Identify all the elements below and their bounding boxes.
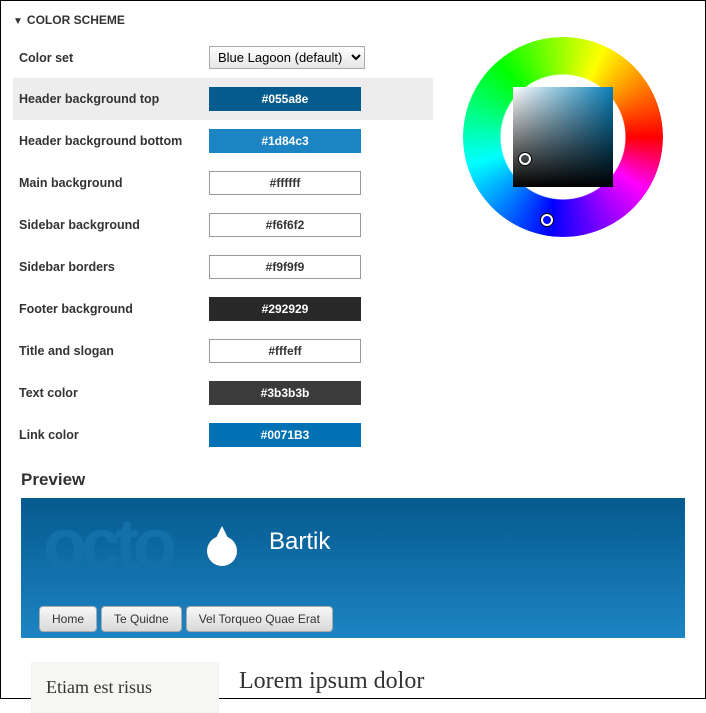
collapse-arrow-icon: ▼ [13, 16, 23, 27]
primary-tab[interactable]: Te Quidne [101, 606, 182, 632]
color-input[interactable] [209, 297, 361, 321]
hue-marker-icon[interactable] [541, 214, 553, 226]
color-settings-area: Color set Blue Lagoon (default) Header b… [13, 37, 693, 456]
color-input[interactable] [209, 339, 361, 363]
color-input[interactable] [209, 171, 361, 195]
site-name: Bartik [269, 528, 330, 556]
primary-tab[interactable]: Vel Torqueo Quae Erat [186, 606, 333, 632]
color-set-row: Color set Blue Lagoon (default) [13, 37, 433, 78]
preview-heading: Preview [21, 470, 693, 490]
color-label: Sidebar background [19, 218, 209, 232]
color-rows: Color set Blue Lagoon (default) Header b… [13, 37, 433, 456]
sv-marker-icon[interactable] [519, 153, 531, 165]
preview-body: Etiam est risus Lorem ipsum dolor [21, 662, 685, 713]
color-row[interactable]: Title and slogan [13, 330, 433, 372]
color-row[interactable]: Sidebar borders [13, 246, 433, 288]
color-input[interactable] [209, 87, 361, 111]
color-label: Text color [19, 386, 209, 400]
color-set-select[interactable]: Blue Lagoon (default) [209, 46, 365, 69]
color-scheme-fieldset: ▼ COLOR SCHEME Color set Blue Lagoon (def… [1, 1, 705, 713]
primary-tab[interactable]: Home [39, 606, 97, 632]
fieldset-legend[interactable]: ▼ COLOR SCHEME [13, 9, 693, 37]
color-row[interactable]: Footer background [13, 288, 433, 330]
color-input[interactable] [209, 423, 361, 447]
color-label: Header background bottom [19, 134, 209, 148]
color-row[interactable]: Main background [13, 162, 433, 204]
color-set-label: Color set [19, 51, 209, 65]
sidebar-heading: Etiam est risus [46, 677, 152, 697]
preview-main-title: Lorem ipsum dolor [239, 668, 665, 695]
preview-main: Lorem ipsum dolor [219, 662, 685, 713]
color-label: Title and slogan [19, 344, 209, 358]
color-row[interactable]: Sidebar background [13, 204, 433, 246]
color-row[interactable]: Header background bottom [13, 120, 433, 162]
color-label: Link color [19, 428, 209, 442]
theme-preview: octo Bartik HomeTe QuidneVel Torqueo Qua… [21, 498, 685, 713]
preview-sidebar: Etiam est risus [31, 662, 219, 713]
color-row[interactable]: Text color [13, 372, 433, 414]
drupal-drop-icon [207, 536, 237, 566]
color-wheel[interactable] [463, 37, 663, 237]
color-label: Main background [19, 176, 209, 190]
primary-tabs: HomeTe QuidneVel Torqueo Quae Erat [39, 606, 333, 632]
color-row[interactable]: Link color [13, 414, 433, 456]
color-label: Header background top [19, 92, 209, 106]
color-input[interactable] [209, 213, 361, 237]
logo-text-icon: octo [43, 504, 171, 586]
color-input[interactable] [209, 381, 361, 405]
color-label: Footer background [19, 302, 209, 316]
sat-val-square[interactable] [513, 87, 613, 187]
preview-header: octo Bartik HomeTe QuidneVel Torqueo Qua… [21, 498, 685, 638]
color-input[interactable] [209, 129, 361, 153]
color-label: Sidebar borders [19, 260, 209, 274]
legend-text: COLOR SCHEME [27, 13, 125, 27]
color-row[interactable]: Header background top [13, 78, 433, 120]
color-input[interactable] [209, 255, 361, 279]
